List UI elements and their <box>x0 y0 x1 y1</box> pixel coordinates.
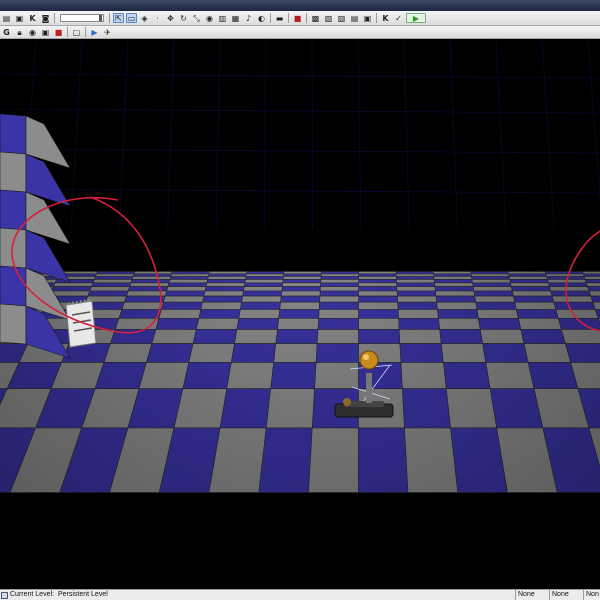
lock-icon[interactable]: 🔒︎ <box>14 27 25 37</box>
cover-icon[interactable]: ▤ <box>349 13 360 23</box>
scene-icon[interactable]: ◙ <box>40 13 51 23</box>
toolbar-separator <box>85 27 86 37</box>
camera-icon[interactable]: ◉ <box>204 13 215 23</box>
lightmap-icon[interactable]: ▩ <box>310 13 321 23</box>
eye-icon[interactable]: ◉ <box>27 27 38 37</box>
rotate-icon[interactable]: ↻ <box>178 13 189 23</box>
slider-knob[interactable] <box>99 15 102 21</box>
pillar-face <box>0 265 27 307</box>
note-icon[interactable] <box>65 298 97 348</box>
paths-icon[interactable]: ▨ <box>336 13 347 23</box>
kismet-icon[interactable]: K <box>27 13 38 23</box>
viewport-scene[interactable] <box>0 39 600 589</box>
light-icon[interactable]: ■ <box>292 13 303 23</box>
toolbar-separator <box>306 13 307 23</box>
play-icon[interactable]: ▶ <box>406 13 426 23</box>
scale-icon[interactable]: ⤡ <box>191 13 202 23</box>
window-titlebar <box>0 0 600 11</box>
game-view-icon[interactable]: ▶ <box>89 27 100 37</box>
main-toolbar: ▤ ▣ K ◙ ⇱ ▭ ◈ · ✥ ↻ ⤡ ◉ ▥ ▦ ♪ ◐ ▬ ■ ▩ ▧ … <box>0 11 600 26</box>
pillar-face <box>0 113 27 155</box>
toolbar-separator <box>270 13 271 23</box>
pillar-face <box>0 151 27 193</box>
select-mode-icon[interactable]: ⇱ <box>113 13 124 23</box>
status-bar: Current Level: Persistent Level None Non… <box>0 589 600 600</box>
toolbar-separator <box>376 13 377 23</box>
pin-icon[interactable]: ✈ <box>102 27 113 37</box>
camera-icon[interactable]: ▣ <box>40 27 51 37</box>
viewport-toolbar: G 🔒︎ ◉ ▣ ■ ▢ ▶ ✈ <box>0 26 600 39</box>
level-icon <box>1 591 8 599</box>
pillar-face <box>0 189 27 231</box>
check-icon[interactable]: ✓ <box>393 13 404 23</box>
terrain-icon[interactable]: ▬ <box>274 13 285 23</box>
toolbar-separator <box>67 27 68 37</box>
geometry-icon[interactable]: ◈ <box>139 13 150 23</box>
pillar-face <box>0 303 27 345</box>
kismet-run-icon[interactable]: K <box>380 13 391 23</box>
status-cell-1: None <box>515 590 535 600</box>
actor-icon[interactable]: ▦ <box>230 13 241 23</box>
build-icon[interactable]: ▧ <box>323 13 334 23</box>
current-level-label: Current Level: <box>10 591 54 598</box>
open-icon[interactable]: ▣ <box>14 13 25 23</box>
perspective-viewport[interactable] <box>0 39 600 589</box>
stop-icon[interactable]: ■ <box>53 27 64 37</box>
toolbar-separator <box>288 13 289 23</box>
all-icon[interactable]: ▣ <box>362 13 373 23</box>
status-cell-3: Non <box>583 590 599 600</box>
material-icon[interactable]: ◐ <box>256 13 267 23</box>
translate-icon[interactable]: ✥ <box>165 13 176 23</box>
brush-icon[interactable]: ▥ <box>217 13 228 23</box>
toolbar-separator <box>109 13 110 23</box>
realtime-icon[interactable]: ▢ <box>71 27 82 37</box>
camera-mode-icon[interactable]: ▭ <box>126 13 137 23</box>
current-level-value[interactable]: Persistent Level <box>58 590 108 600</box>
toolbar-separator <box>54 13 55 23</box>
sound-icon[interactable]: ♪ <box>243 13 254 23</box>
file-icon[interactable]: ▤ <box>1 13 12 23</box>
grid-size-slider[interactable] <box>60 14 104 22</box>
g-toggle[interactable]: G <box>1 27 12 37</box>
status-cell-2: None <box>549 590 569 600</box>
dot-icon[interactable]: · <box>152 13 163 23</box>
